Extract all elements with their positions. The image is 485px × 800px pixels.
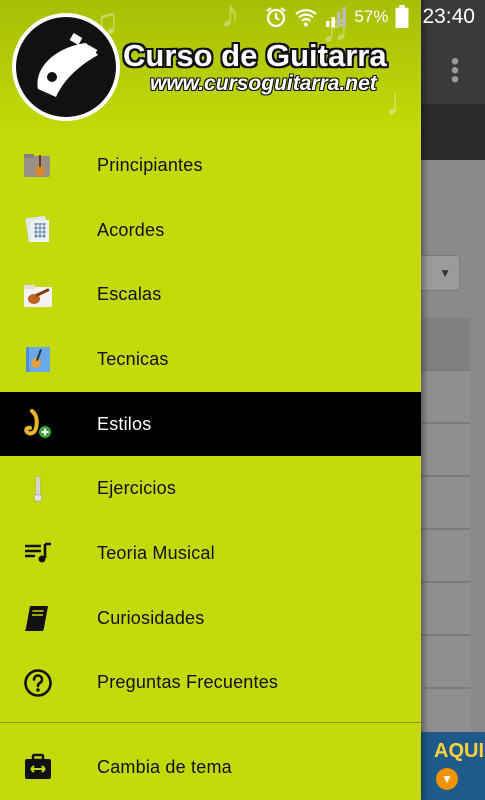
overflow-menu-icon[interactable]: • • • <box>446 50 464 92</box>
menu-label: Acordes <box>97 219 165 240</box>
menu-label: Teoria Musical <box>97 542 215 563</box>
menu-item-escalas[interactable]: Escalas <box>0 262 421 327</box>
menu-item-acordes[interactable]: Acordes <box>0 198 421 263</box>
music-note-decoration-icon: ♩ <box>385 80 421 124</box>
clock: 23:40 <box>422 5 475 28</box>
menu-item-estilos[interactable]: Estilos <box>0 391 421 457</box>
wifi-icon <box>295 9 318 27</box>
navigation-drawer: ♫ ♪ ♬ ♩ Curso de Guitarra www.cursoguita… <box>0 0 421 800</box>
guitar-folder-icon <box>24 154 50 178</box>
menu-label: Ejercicios <box>97 478 177 499</box>
menu-label: Curiosidades <box>97 607 205 628</box>
menu-item-principiantes[interactable]: Principiantes <box>0 133 421 198</box>
menu-label: Principiantes <box>97 154 203 175</box>
ad-text: AQUI <box>434 740 484 762</box>
book-icon <box>25 606 48 632</box>
battery-percent: 57% <box>354 7 389 26</box>
menu-item-curiosidades[interactable]: Curiosidades <box>0 586 421 651</box>
drawer-menu: Principiantes Acordes Escalas Tecnicas E… <box>0 133 421 715</box>
help-circle-icon <box>24 669 52 697</box>
menu-item-preguntas-frecuentes[interactable]: Preguntas Frecuentes <box>0 651 421 716</box>
menu-label: Estilos <box>97 413 152 434</box>
status-bar: 57% 23:40 <box>0 0 485 34</box>
brand-url: www.cursoguitarra.net <box>150 72 377 95</box>
saxophone-add-icon <box>24 409 51 439</box>
menu-item-tecnicas[interactable]: Tecnicas <box>0 327 421 392</box>
menu-item-teoria-musical[interactable]: Teoria Musical <box>0 521 421 586</box>
dropdown-arrow-icon: ▼ <box>439 266 451 280</box>
menu-label: Tecnicas <box>97 348 169 369</box>
drawer-divider <box>0 722 421 723</box>
guitar-book-icon <box>26 347 50 373</box>
alarm-icon <box>266 7 287 28</box>
guitar-folder-icon <box>24 284 52 307</box>
menu-label: Escalas <box>97 284 162 305</box>
music-list-icon <box>25 543 51 563</box>
brand-title: Curso de Guitarra <box>123 38 387 73</box>
menu-label: Preguntas Frecuentes <box>97 672 279 693</box>
menu-item-ejercicios[interactable]: Ejercicios <box>0 456 421 521</box>
guitar-neck-icon <box>33 476 43 502</box>
battery-icon <box>395 5 409 29</box>
menu-label: Cambia de tema <box>97 757 232 777</box>
ad-arrow-icon: ▼ <box>436 768 458 790</box>
ad-banner[interactable]: AQUI ▼ <box>420 732 485 800</box>
change-theme-button[interactable]: Cambia de tema <box>0 735 421 799</box>
signal-icon <box>326 7 347 27</box>
chord-sheet-icon <box>25 215 49 243</box>
swap-case-icon <box>25 753 51 779</box>
